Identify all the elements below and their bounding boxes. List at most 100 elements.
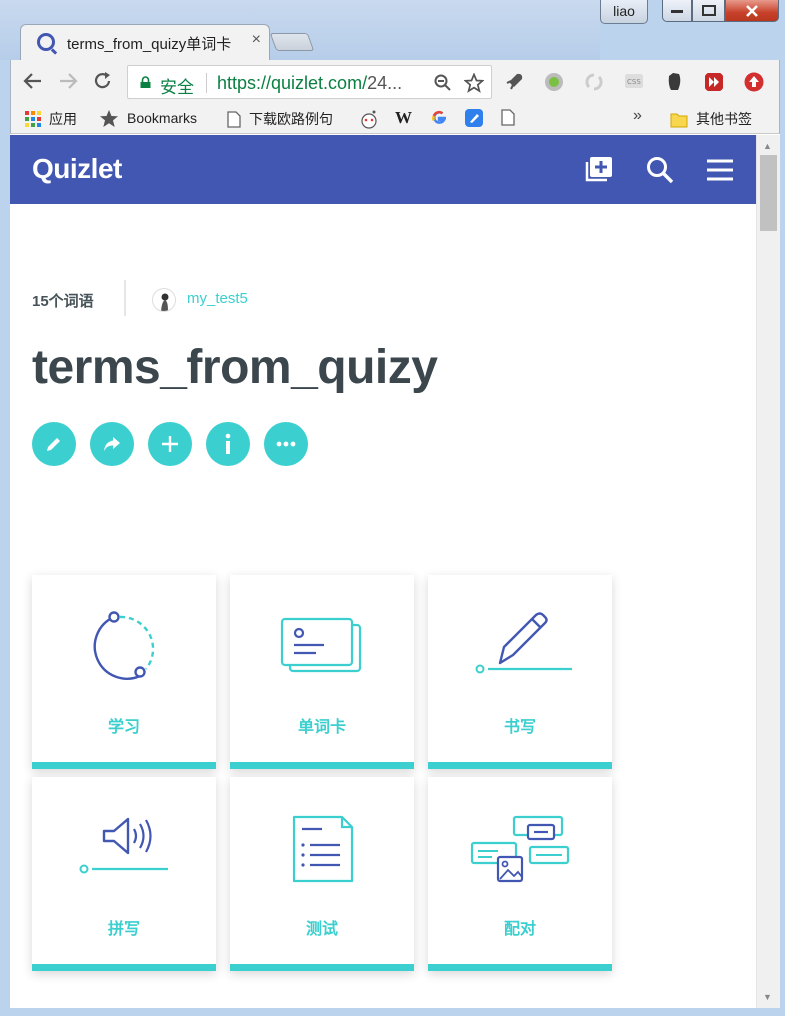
more-bookmarks-chevron[interactable]: » xyxy=(633,107,642,125)
page-icon xyxy=(227,110,241,128)
mode-card-accent-bar xyxy=(32,964,216,971)
edit-button[interactable] xyxy=(32,422,76,466)
mode-card-write[interactable]: 书写 xyxy=(428,575,612,769)
minimize-button[interactable] xyxy=(662,0,692,22)
create-set-icon[interactable] xyxy=(585,156,613,182)
url-separator xyxy=(206,73,207,93)
username-link[interactable]: my_test5 xyxy=(187,290,248,307)
secure-label: 安全 xyxy=(160,78,194,97)
bookmark-bookmarks-label: Bookmarks xyxy=(127,110,198,126)
pencil-icon xyxy=(47,438,60,451)
fast-forward-extension-icon[interactable] xyxy=(703,71,725,93)
quizlet-favicon-icon xyxy=(37,33,55,51)
mode-card-accent-bar xyxy=(428,762,612,769)
window-frame-bottom xyxy=(0,1008,785,1016)
scroll-down-arrow-icon[interactable]: ▼ xyxy=(763,992,772,1002)
mode-label: 书写 xyxy=(503,719,536,736)
set-actions xyxy=(32,422,308,466)
scroll-up-arrow-icon[interactable]: ▲ xyxy=(763,141,772,151)
mode-label: 单词卡 xyxy=(297,719,346,736)
bookmark-download-examples-label: 下载欧路例句 xyxy=(249,111,333,127)
bookmark-bookmarks[interactable]: Bookmarks xyxy=(99,109,197,127)
scrollbar-thumb[interactable] xyxy=(760,155,777,231)
more-options-button[interactable] xyxy=(264,422,308,466)
window-frame-right xyxy=(780,60,785,1016)
mode-label: 测试 xyxy=(305,921,338,938)
new-tab-button[interactable] xyxy=(269,33,315,51)
mode-card-match[interactable]: 配对 xyxy=(428,777,612,971)
mode-card-accent-bar xyxy=(230,964,414,971)
mode-label: 拼写 xyxy=(107,921,140,938)
green-circle-extension-icon[interactable] xyxy=(543,71,565,93)
rocket-extension-icon[interactable] xyxy=(503,71,525,93)
profile-badge[interactable]: liao xyxy=(600,0,648,24)
share-button[interactable] xyxy=(90,422,134,466)
tab-title: terms_from_quizy单词卡 xyxy=(67,36,232,53)
back-icon[interactable] xyxy=(23,72,43,90)
quizlet-logo[interactable]: Quizlet xyxy=(32,153,122,185)
forward-icon[interactable] xyxy=(58,72,78,90)
mode-card-test[interactable]: 测试 xyxy=(230,777,414,971)
close-window-button[interactable] xyxy=(725,0,779,22)
zoom-out-icon[interactable] xyxy=(434,74,452,92)
address-bar[interactable]: 安全 https://quizlet.com/24... xyxy=(127,65,492,99)
bookmark-other-folder[interactable]: 其他书签 xyxy=(670,109,752,129)
ellipsis-icon xyxy=(276,441,296,447)
learn-cycle-icon xyxy=(93,611,155,680)
search-icon[interactable] xyxy=(646,156,674,184)
vertical-scrollbar[interactable]: ▲ ▼ xyxy=(756,135,780,1008)
page-viewport: Quizlet 15个词语 my_test5 terms_from_quizy xyxy=(10,135,756,1008)
test-document-icon xyxy=(292,815,354,883)
avatar[interactable] xyxy=(152,288,176,312)
write-pencil-icon xyxy=(475,612,572,674)
url-path: 24... xyxy=(367,73,403,93)
sync-extension-icon[interactable] xyxy=(583,71,605,93)
window-frame-left xyxy=(0,60,10,1016)
bookmark-apps-label: 应用 xyxy=(49,111,77,127)
upload-extension-icon[interactable] xyxy=(743,71,765,93)
url-host: https://quizlet.com/ xyxy=(217,73,368,93)
flashcards-icon xyxy=(280,617,362,673)
add-to-folder-button[interactable] xyxy=(148,422,192,466)
mode-card-accent-bar xyxy=(230,762,414,769)
page-bookmark-icon[interactable] xyxy=(501,109,515,126)
mode-card-accent-bar xyxy=(428,964,612,971)
mode-card-flashcards[interactable]: 单词卡 xyxy=(230,575,414,769)
tab-close-button[interactable]: × xyxy=(252,31,261,49)
minimize-icon xyxy=(671,9,683,13)
page-title: terms_from_quizy xyxy=(32,341,438,394)
match-cards-icon xyxy=(470,815,570,883)
wikipedia-bookmark-icon[interactable]: W xyxy=(395,108,412,128)
evernote-extension-icon[interactable] xyxy=(663,71,685,93)
css-extension-icon[interactable]: CSS xyxy=(623,71,645,93)
url-text: https://quizlet.com/24... xyxy=(217,73,402,94)
info-icon xyxy=(225,433,231,454)
folder-icon xyxy=(670,113,688,127)
spell-speaker-icon xyxy=(79,817,168,874)
svg-text:CSS: CSS xyxy=(627,78,641,86)
reddit-bookmark-icon[interactable] xyxy=(359,109,379,129)
bookmark-apps[interactable]: 应用 xyxy=(25,109,77,129)
lock-icon xyxy=(140,76,151,88)
info-button[interactable] xyxy=(206,422,250,466)
avatar-image-icon xyxy=(161,293,169,311)
blue-pen-bookmark-icon[interactable] xyxy=(464,108,484,128)
mode-label: 配对 xyxy=(503,921,536,938)
browser-tab[interactable]: terms_from_quizy单词卡 × xyxy=(20,24,270,60)
reload-icon[interactable] xyxy=(93,71,113,91)
google-bookmark-icon[interactable] xyxy=(430,109,448,127)
bookmark-other-label: 其他书签 xyxy=(696,111,752,127)
mode-card-accent-bar xyxy=(32,762,216,769)
maximize-button[interactable] xyxy=(692,0,725,22)
bookmarks-bar: 应用 Bookmarks 下载欧路例句 W » 其他书签 xyxy=(10,104,780,134)
mode-card-spell[interactable]: 拼写 xyxy=(32,777,216,971)
plus-icon xyxy=(162,436,178,452)
apps-grid-icon xyxy=(25,111,41,127)
menu-icon[interactable] xyxy=(706,159,734,181)
window-controls xyxy=(662,0,779,22)
bookmark-download-examples[interactable]: 下载欧路例句 xyxy=(227,109,333,129)
mode-card-learn[interactable]: 学习 xyxy=(32,575,216,769)
bookmark-star-icon[interactable] xyxy=(464,73,484,93)
browser-toolbar: 安全 https://quizlet.com/24... CSS xyxy=(10,60,780,104)
close-icon xyxy=(746,4,758,17)
